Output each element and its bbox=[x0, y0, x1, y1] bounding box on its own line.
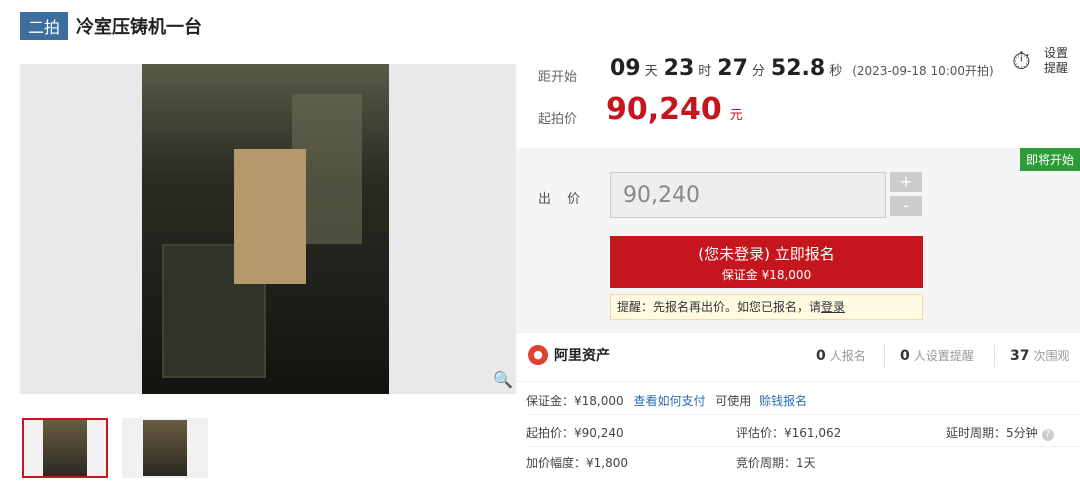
detail-delay-text: 延时周期：5分钟 bbox=[946, 426, 1038, 440]
view-count-label: 次围观 bbox=[1033, 349, 1070, 363]
divider bbox=[884, 345, 885, 367]
reminder-count-label: 人设置提醒 bbox=[913, 349, 974, 363]
hours-unit: 时 bbox=[698, 64, 712, 79]
hours-value: 23 bbox=[663, 56, 695, 81]
status-badge: 即将开始 bbox=[1019, 148, 1080, 171]
days-unit: 天 bbox=[644, 64, 658, 79]
product-photo[interactable] bbox=[142, 64, 389, 394]
starting-price-amount: 90,240 bbox=[606, 92, 722, 127]
signup-count-label: 人报名 bbox=[829, 349, 866, 363]
view-count: 37 次围观 bbox=[1010, 347, 1070, 364]
seconds-unit: 秒 bbox=[829, 64, 843, 79]
divider bbox=[526, 446, 1080, 447]
detail-cycle: 竞价周期：1天 bbox=[736, 456, 816, 470]
minutes-unit: 分 bbox=[751, 64, 765, 79]
title-bar: 二拍 冷室压铸机一台 bbox=[20, 12, 202, 40]
signup-deposit: 保证金 ¥18,000 bbox=[721, 268, 812, 282]
divider bbox=[526, 414, 1080, 415]
divider bbox=[994, 345, 995, 367]
thumbnail-image bbox=[143, 420, 187, 476]
view-count-value: 37 bbox=[1010, 348, 1030, 364]
stats-bar: ● 阿里资产 0 人报名 0 人设置提醒 37 次围观 bbox=[516, 332, 1080, 382]
signup-count-value: 0 bbox=[816, 348, 826, 364]
ali-asset-logo-icon: ● bbox=[528, 345, 548, 365]
help-icon[interactable]: ? bbox=[1041, 429, 1054, 441]
loan-signup-link[interactable]: 赊钱报名 bbox=[759, 394, 807, 408]
zoom-icon[interactable]: 🔍 bbox=[492, 370, 514, 392]
thumbnail-1[interactable] bbox=[22, 418, 108, 478]
page-title: 冷室压铸机一台 bbox=[76, 17, 203, 38]
can-use-text: 可使用 bbox=[715, 394, 752, 408]
main-image-viewer[interactable]: 🔍 bbox=[20, 64, 516, 394]
start-time: (2023-09-18 10:00开拍) bbox=[852, 64, 994, 78]
increase-bid-button[interactable]: + bbox=[890, 172, 922, 192]
minutes-value: 27 bbox=[717, 56, 748, 81]
starting-price: 90,240 元 bbox=[606, 92, 743, 127]
countdown-label: 距开始 bbox=[538, 70, 578, 85]
set-reminder-button[interactable]: ⏱ 设置提醒 bbox=[1012, 46, 1072, 76]
bid-input[interactable] bbox=[610, 172, 886, 218]
detail-start-price: 起拍价：¥90,240 bbox=[526, 426, 624, 440]
starting-price-label: 起拍价 bbox=[538, 112, 578, 127]
brand: ● 阿里资产 bbox=[528, 345, 610, 365]
thumbnail-image bbox=[43, 420, 87, 476]
days-value: 09 bbox=[610, 56, 641, 81]
deposit-text: 保证金：¥18,000 bbox=[526, 394, 624, 408]
login-tip: 提醒：先报名再出价。如您已报名，请登录 bbox=[610, 294, 923, 320]
reminder-label: 设置提醒 bbox=[1044, 46, 1069, 75]
photo-detail bbox=[234, 149, 306, 284]
detail-increment: 加价幅度：¥1,800 bbox=[526, 456, 628, 470]
bid-label: 出 价 bbox=[538, 192, 587, 207]
seconds-value: 52.8 bbox=[770, 56, 826, 81]
alarm-clock-icon: ⏱ bbox=[1012, 47, 1031, 75]
currency-unit: 元 bbox=[729, 108, 743, 123]
brand-name: 阿里资产 bbox=[554, 348, 610, 364]
round-badge: 二拍 bbox=[20, 12, 69, 40]
countdown-timer: 09 天 23 时 27 分 52.8 秒 (2023-09-18 10:00开… bbox=[610, 56, 994, 81]
signup-title: (您未登录) 立即报名 bbox=[698, 245, 835, 263]
bid-panel: 即将开始 出 价 + - (您未登录) 立即报名 保证金 ¥18,000 提醒：… bbox=[516, 148, 1080, 332]
tip-text: 提醒：先报名再出价。如您已报名，请 bbox=[617, 300, 822, 314]
deposit-info: 保证金：¥18,000 查看如何支付 可使用 赊钱报名 bbox=[526, 392, 807, 409]
signup-button[interactable]: (您未登录) 立即报名 保证金 ¥18,000 bbox=[610, 236, 923, 288]
login-link[interactable]: 登录 bbox=[821, 300, 845, 314]
reminder-count-value: 0 bbox=[900, 348, 910, 364]
reminder-count: 0 人设置提醒 bbox=[900, 347, 974, 364]
detail-delay: 延时周期：5分钟? bbox=[946, 424, 1054, 441]
decrease-bid-button[interactable]: - bbox=[890, 196, 922, 216]
signup-count: 0 人报名 bbox=[816, 347, 866, 364]
detail-appraisal: 评估价：¥161,062 bbox=[736, 426, 842, 440]
how-to-pay-link[interactable]: 查看如何支付 bbox=[633, 394, 705, 408]
thumbnail-2[interactable] bbox=[122, 418, 208, 478]
